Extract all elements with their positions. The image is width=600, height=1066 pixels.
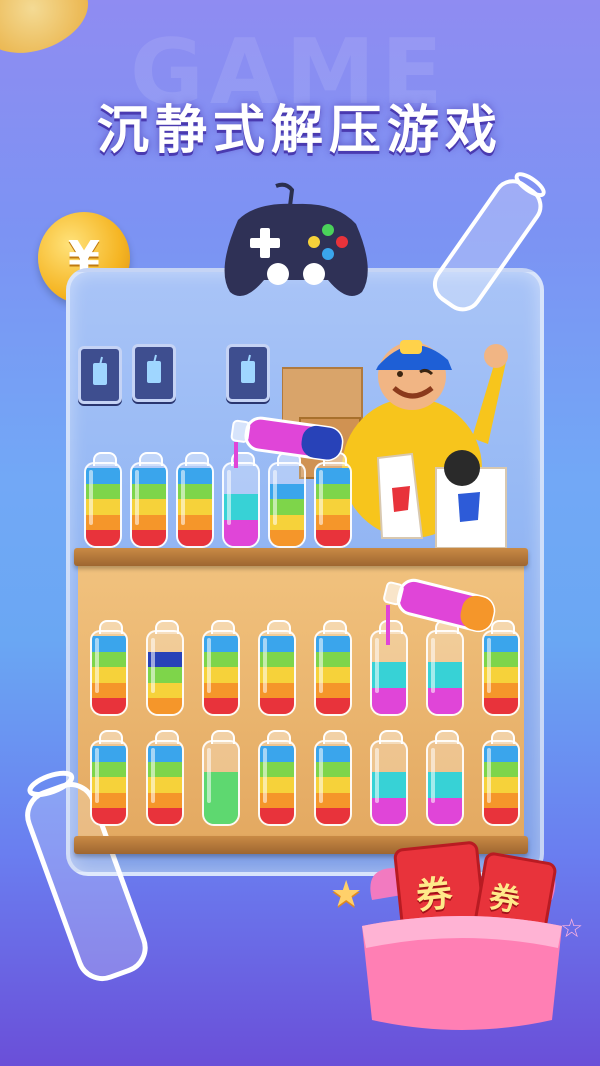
bottle-shine: [151, 638, 155, 693]
bottle-shine: [273, 470, 277, 525]
bottle[interactable]: [202, 730, 240, 826]
bottle-shine: [375, 748, 379, 803]
bottle-shine: [89, 470, 93, 525]
liquid-layer: [316, 530, 350, 546]
liquid-layer: [484, 808, 518, 824]
bottle-shine: [227, 470, 231, 525]
liquid-layer: [316, 808, 350, 824]
bottle-shine: [431, 638, 435, 693]
bottle-shine: [487, 748, 491, 803]
bottle-shine: [181, 470, 185, 525]
drink-card-icon: [226, 344, 270, 402]
bottle[interactable]: [482, 730, 520, 826]
liquid-layer: [178, 530, 212, 546]
liquid-layer: [148, 808, 182, 824]
liquid-layer: [92, 698, 126, 714]
bottle[interactable]: [84, 452, 122, 548]
liquid-layer: [316, 698, 350, 714]
bottle[interactable]: [314, 730, 352, 826]
star-icon: ★: [330, 874, 363, 915]
empty-bottle-decoration: [432, 172, 546, 312]
bottle[interactable]: [146, 620, 184, 716]
coin-blur-decoration: [0, 0, 99, 67]
star-icon: ☆: [560, 914, 584, 944]
bottle-shine: [263, 748, 267, 803]
bottle-shine: [95, 638, 99, 693]
bottle[interactable]: [370, 730, 408, 826]
bottle[interactable]: [176, 452, 214, 548]
pouring-bottle: [230, 416, 344, 468]
liquid-layer: [86, 530, 120, 546]
bottle[interactable]: [130, 452, 168, 548]
shelf-top: [74, 548, 528, 566]
shelf-middle-spacer: [74, 720, 528, 730]
bottle[interactable]: [426, 730, 464, 826]
bottle[interactable]: [90, 620, 128, 716]
bottle-shine: [263, 638, 267, 693]
pouring-bottle: [383, 578, 496, 645]
bottle-shine: [319, 470, 323, 525]
coupon-bag: [362, 841, 562, 1030]
liquid-layer: [260, 698, 294, 714]
liquid-layer: [270, 530, 304, 546]
bottle[interactable]: [146, 730, 184, 826]
bottle[interactable]: [314, 620, 352, 716]
liquid-layer: [484, 698, 518, 714]
liquid-layer: [132, 530, 166, 546]
bottle[interactable]: [258, 620, 296, 716]
bottle-shine: [319, 748, 323, 803]
bottle-shine: [135, 470, 139, 525]
gamepad-icon: [224, 182, 368, 296]
headline-title: 沉静式解压游戏: [96, 101, 503, 161]
bottle-shine: [95, 748, 99, 803]
bottle-shine: [207, 638, 211, 693]
bottle[interactable]: [90, 730, 128, 826]
bottle[interactable]: [258, 730, 296, 826]
drink-card-icon: [78, 346, 122, 404]
bottle-shine: [207, 748, 211, 803]
drink-card-icon: [132, 344, 176, 402]
bottle-shine: [151, 748, 155, 803]
bottle[interactable]: [202, 620, 240, 716]
bottle-shine: [375, 638, 379, 693]
liquid-layer: [204, 698, 238, 714]
bottle-shine: [487, 638, 491, 693]
bottle-shine: [319, 638, 323, 693]
coupon-label-1: 券: [414, 873, 455, 918]
liquid-layer: [260, 808, 294, 824]
empty-bottle-decoration: [25, 770, 148, 982]
bottle-shine: [431, 748, 435, 803]
liquid-layer: [92, 808, 126, 824]
liquid-layer: [148, 698, 182, 714]
